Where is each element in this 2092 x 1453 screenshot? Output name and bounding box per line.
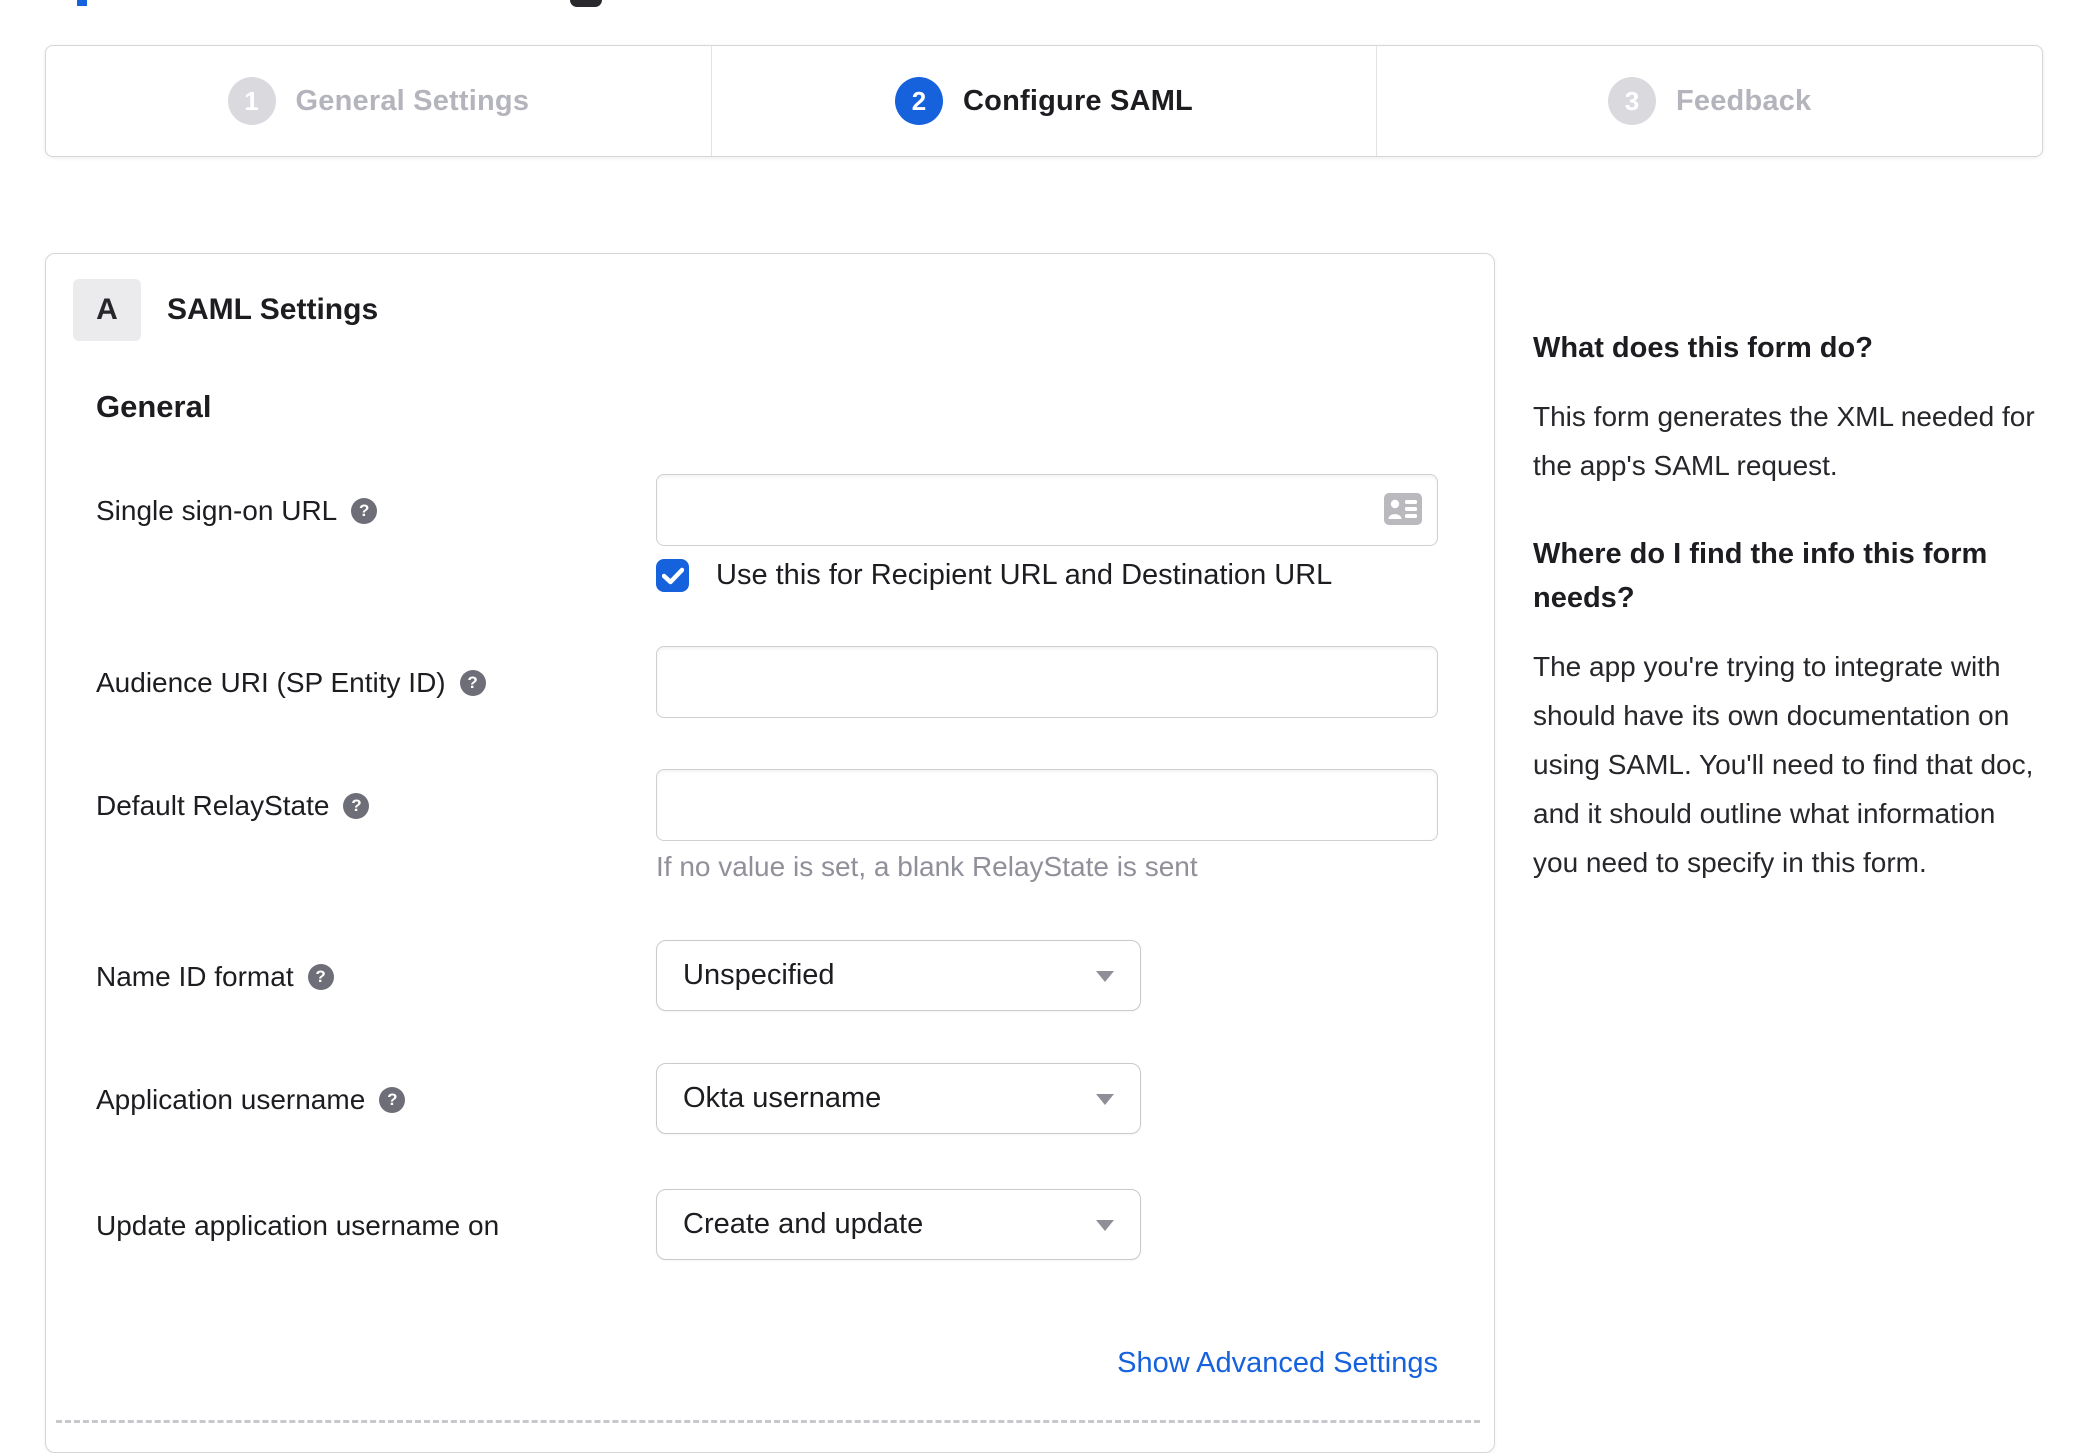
field-row-name-id-format: Name ID format ? Unspecified xyxy=(96,940,1494,1011)
select-value: Unspecified xyxy=(683,959,835,991)
sso-url-input[interactable] xyxy=(656,474,1438,546)
field-label-text: Audience URI (SP Entity ID) xyxy=(96,667,446,698)
sidebar-heading: Where do I find the info this form needs… xyxy=(1533,538,1988,614)
field-row-relay-state: Default RelayState ? If no value is set,… xyxy=(96,769,1494,883)
page-title-fragment xyxy=(77,0,87,6)
recipient-url-checkbox-row: Use this for Recipient URL and Destinati… xyxy=(656,559,1494,592)
general-heading: General xyxy=(96,389,212,424)
select-value: Okta username xyxy=(683,1082,882,1114)
section-title: SAML Settings xyxy=(167,293,379,326)
help-icon[interactable]: ? xyxy=(307,964,334,990)
audience-uri-input[interactable] xyxy=(656,646,1438,718)
select-value: Create and update xyxy=(683,1208,924,1240)
section-header: A SAML Settings xyxy=(73,279,1494,341)
contact-card-icon xyxy=(1384,493,1422,525)
sidebar-paragraph: This form generates the XML needed for t… xyxy=(1533,401,2035,481)
step-number-badge: 2 xyxy=(895,77,944,125)
section-a-badge: A xyxy=(73,279,141,341)
header-icon-fragment xyxy=(570,0,602,7)
help-icon[interactable]: ? xyxy=(343,793,370,819)
sidebar-heading: What does this form do? xyxy=(1533,332,1873,364)
field-row-sso-url: Single sign-on URL ? Use this for Recipi… xyxy=(96,474,1494,592)
update-username-select[interactable]: Create and update xyxy=(656,1189,1141,1260)
step-number-badge: 1 xyxy=(227,77,276,125)
recipient-url-checkbox[interactable] xyxy=(656,559,689,592)
field-row-application-username: Application username ? Okta username xyxy=(96,1063,1494,1134)
help-icon[interactable]: ? xyxy=(459,670,486,696)
section-dashed-divider xyxy=(56,1420,1480,1423)
help-icon[interactable]: ? xyxy=(379,1087,406,1113)
checkmark-icon xyxy=(661,567,684,584)
field-label: Audience URI (SP Entity ID) ? xyxy=(96,646,656,718)
help-icon[interactable]: ? xyxy=(351,498,378,524)
step-label: Configure SAML xyxy=(963,84,1193,117)
name-id-format-select[interactable]: Unspecified xyxy=(656,940,1141,1011)
step-label: Feedback xyxy=(1675,84,1812,117)
chevron-down-icon xyxy=(1096,1220,1114,1231)
chevron-down-icon xyxy=(1096,971,1114,982)
relay-state-input[interactable] xyxy=(656,769,1438,841)
help-sidebar: What does this form do? This form genera… xyxy=(1533,326,2038,929)
relay-state-hint: If no value is set, a blank RelayState i… xyxy=(656,851,1198,882)
field-row-audience-uri: Audience URI (SP Entity ID) ? xyxy=(96,646,1494,718)
field-row-update-username: Update application username on Create an… xyxy=(96,1189,1494,1260)
step-feedback[interactable]: 3 Feedback xyxy=(1376,46,2042,156)
field-label-text: Single sign-on URL xyxy=(96,495,338,526)
field-label-text: Default RelayState xyxy=(96,790,330,821)
step-label: General Settings xyxy=(295,84,530,117)
field-label: Single sign-on URL ? xyxy=(96,474,656,592)
application-username-select[interactable]: Okta username xyxy=(656,1063,1141,1134)
step-general-settings[interactable]: 1 General Settings xyxy=(46,46,711,156)
show-advanced-settings-link[interactable]: Show Advanced Settings xyxy=(1117,1347,1438,1379)
field-label-text: Name ID format xyxy=(96,961,294,992)
checkbox-label: Use this for Recipient URL and Destinati… xyxy=(716,559,1333,591)
advanced-settings-row: Show Advanced Settings xyxy=(96,1347,1438,1380)
wizard-stepper: 1 General Settings 2 Configure SAML 3 Fe… xyxy=(45,45,2043,157)
step-configure-saml[interactable]: 2 Configure SAML xyxy=(710,46,1377,156)
field-label-text: Update application username on xyxy=(96,1210,500,1241)
field-label: Update application username on xyxy=(96,1189,656,1260)
field-label: Default RelayState ? xyxy=(96,769,656,883)
sidebar-paragraph: The app you're trying to integrate with … xyxy=(1533,651,2034,878)
saml-settings-panel: A SAML Settings General Single sign-on U… xyxy=(45,253,1495,1453)
field-label: Name ID format ? xyxy=(96,940,656,1011)
field-label-text: Application username xyxy=(96,1084,366,1115)
chevron-down-icon xyxy=(1096,1094,1114,1105)
step-number-badge: 3 xyxy=(1607,77,1656,125)
saml-form: Single sign-on URL ? Use this for Recipi… xyxy=(96,474,1494,1380)
field-label: Application username ? xyxy=(96,1063,656,1134)
